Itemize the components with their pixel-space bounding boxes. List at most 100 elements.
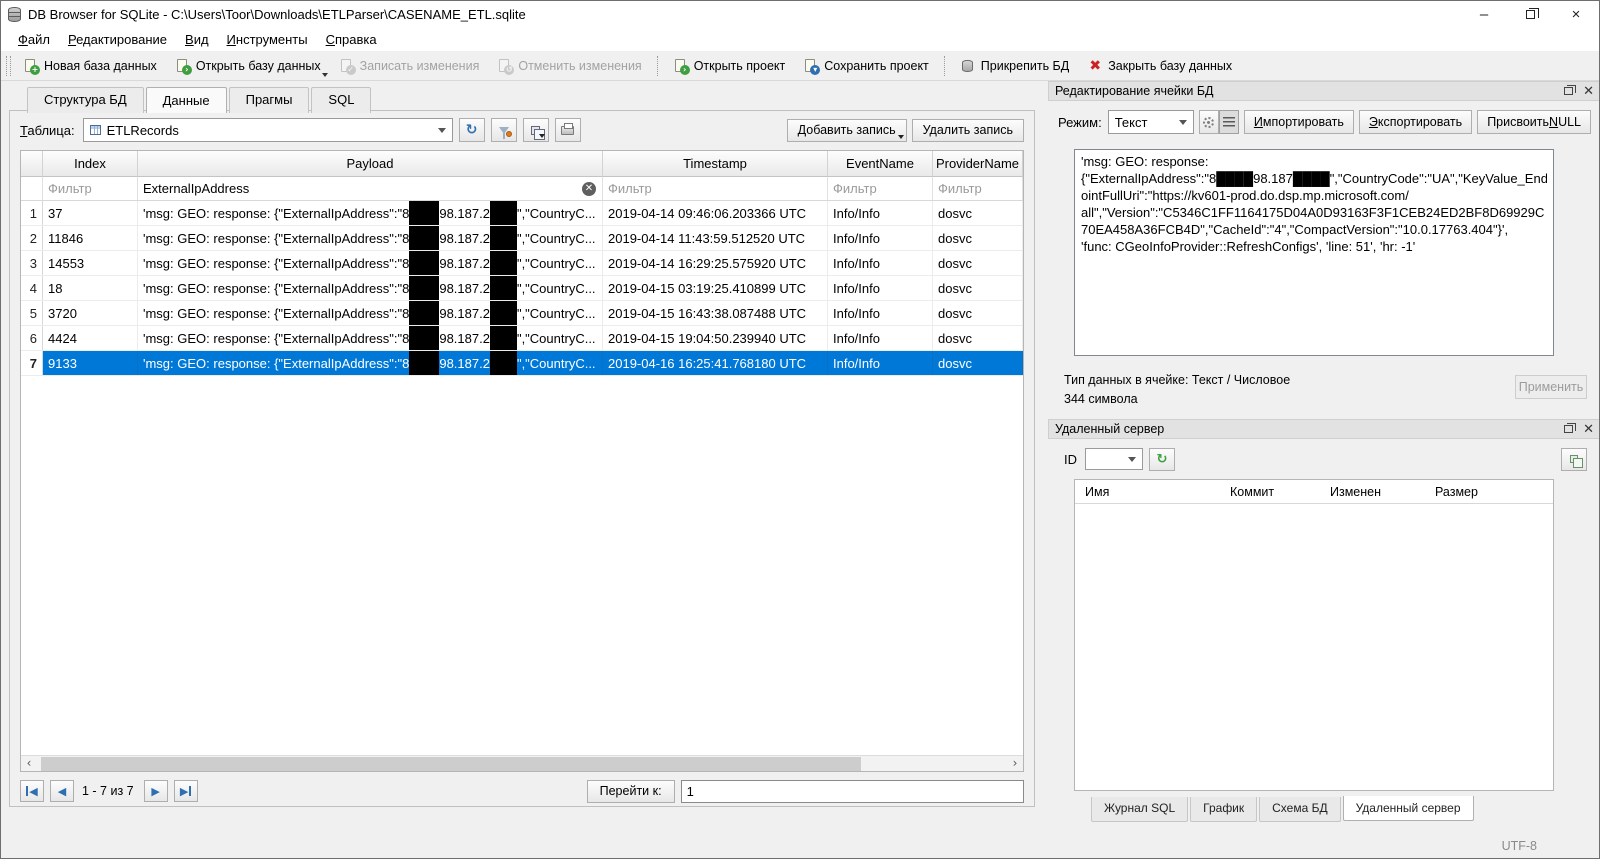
menu-view[interactable]: Вид <box>176 29 218 50</box>
filter-input-eventname[interactable] <box>828 177 932 200</box>
column-header-commit[interactable]: Коммит <box>1220 480 1320 503</box>
cell-providername[interactable]: dosvc <box>933 276 1023 300</box>
menu-tools[interactable]: Инструменты <box>218 29 317 50</box>
cell-index[interactable]: 37 <box>43 201 138 225</box>
open-database-dropdown-caret[interactable] <box>321 72 328 77</box>
set-null-button[interactable]: Присвоить N ULL <box>1477 110 1591 134</box>
cell-providername[interactable]: dosvc <box>933 351 1023 375</box>
cell-eventname[interactable]: Info/Info <box>828 226 933 250</box>
column-header-eventname[interactable]: EventName <box>828 151 933 177</box>
cell-eventname[interactable]: Info/Info <box>828 301 933 325</box>
cell-providername[interactable]: dosvc <box>933 326 1023 350</box>
cell-eventname[interactable]: Info/Info <box>828 276 933 300</box>
column-header-index[interactable]: Index <box>43 151 138 177</box>
dock-tab[interactable]: График <box>1190 797 1258 822</box>
cell-providername[interactable]: dosvc <box>933 251 1023 275</box>
close-panel-icon[interactable]: ✕ <box>1583 423 1594 436</box>
column-header-size[interactable]: Размер <box>1425 480 1553 503</box>
clone-database-button[interactable] <box>1561 447 1587 471</box>
cell-timestamp[interactable]: 2019-04-15 03:19:25.410899 UTC <box>603 276 828 300</box>
cell-editor-textarea[interactable]: 'msg: GEO: response: {"ExternalIpAddress"… <box>1074 149 1554 356</box>
column-header-payload[interactable]: Payload <box>138 151 603 177</box>
close-button[interactable]: × <box>1553 1 1599 27</box>
open-project-button[interactable]: › Открыть проект <box>664 54 795 78</box>
cell-index[interactable]: 3720 <box>43 301 138 325</box>
menu-edit[interactable]: Редактирование <box>59 29 176 50</box>
horizontal-scrollbar[interactable]: ‹ › <box>21 755 1023 771</box>
print-button[interactable] <box>554 118 581 142</box>
new-database-button[interactable]: + Новая база данных <box>14 54 166 78</box>
table-select[interactable]: ETLRecords <box>82 118 453 142</box>
column-header-modified[interactable]: Изменен <box>1320 480 1425 503</box>
goto-button[interactable]: Перейти к: <box>586 779 675 803</box>
open-database-button[interactable]: › Открыть базу данных <box>166 54 330 78</box>
table-row[interactable]: 7 9133 'msg: GEO: response: {"ExternalIp… <box>21 351 1023 376</box>
cell-index[interactable]: 18 <box>43 276 138 300</box>
cell-payload[interactable]: 'msg: GEO: response: {"ExternalIpAddress… <box>138 326 603 350</box>
table-row[interactable]: 1 37 'msg: GEO: response: {"ExternalIpAd… <box>21 201 1023 226</box>
table-row[interactable]: 3 14553 'msg: GEO: response: {"ExternalI… <box>21 251 1023 276</box>
cell-providername[interactable]: dosvc <box>933 301 1023 325</box>
filter-input-payload[interactable] <box>138 177 602 200</box>
clear-filter-icon[interactable]: ✕ <box>582 181 596 196</box>
cell-eventname[interactable]: Info/Info <box>828 326 933 350</box>
reload-remote-button[interactable]: ↻ <box>1149 447 1175 471</box>
cell-payload[interactable]: 'msg: GEO: response: {"ExternalIpAddress… <box>138 251 603 275</box>
column-header-timestamp[interactable]: Timestamp <box>603 151 828 177</box>
cell-providername[interactable]: dosvc <box>933 226 1023 250</box>
table-row[interactable]: 4 18 'msg: GEO: response: {"ExternalIpAd… <box>21 276 1023 301</box>
identity-select[interactable] <box>1085 448 1143 470</box>
scroll-left-icon[interactable]: ‹ <box>21 756 37 771</box>
add-record-button[interactable]: Добавить запись <box>786 118 907 142</box>
first-page-button[interactable]: ◀ <box>20 780 44 802</box>
scrollbar-thumb[interactable] <box>41 757 861 771</box>
export-button[interactable]: Экспортировать <box>1358 110 1473 134</box>
cell-index[interactable]: 9133 <box>43 351 138 375</box>
main-tab[interactable]: SQL <box>311 87 372 113</box>
delete-record-button[interactable]: Удалить запись <box>911 118 1024 142</box>
filter-input-index[interactable] <box>43 177 137 200</box>
mode-select[interactable]: Текст <box>1107 110 1194 134</box>
cell-eventname[interactable]: Info/Info <box>828 201 933 225</box>
cell-eventname[interactable]: Info/Info <box>828 251 933 275</box>
clear-filters-button[interactable] <box>490 118 517 142</box>
column-header-providername[interactable]: ProviderName <box>933 151 1023 177</box>
cell-payload[interactable]: 'msg: GEO: response: {"ExternalIpAddress… <box>138 351 603 375</box>
cell-timestamp[interactable]: 2019-04-15 19:04:50.239940 UTC <box>603 326 828 350</box>
scroll-right-icon[interactable]: › <box>1007 756 1023 771</box>
main-tab[interactable]: Данные <box>145 87 227 113</box>
minimize-button[interactable]: – <box>1461 1 1507 27</box>
prev-page-button[interactable]: ◀ <box>50 780 74 802</box>
dock-tab[interactable]: Журнал SQL <box>1091 797 1189 822</box>
cell-index[interactable]: 14553 <box>43 251 138 275</box>
close-panel-icon[interactable]: ✕ <box>1583 85 1594 98</box>
restore-button[interactable] <box>1507 1 1553 27</box>
next-page-button[interactable]: ▶ <box>143 780 168 802</box>
column-header-name[interactable]: Имя <box>1075 480 1220 503</box>
close-database-button[interactable]: ✖ Закрыть базу данных <box>1078 54 1241 78</box>
cell-index[interactable]: 4424 <box>43 326 138 350</box>
cell-timestamp[interactable]: 2019-04-16 16:25:41.768180 UTC <box>603 351 828 375</box>
menu-help[interactable]: Справка <box>317 29 386 50</box>
main-tab[interactable]: Структура БД <box>27 87 144 113</box>
dock-tab[interactable]: Схема БД <box>1259 797 1341 822</box>
cell-timestamp[interactable]: 2019-04-14 09:46:06.203366 UTC <box>603 201 828 225</box>
cell-providername[interactable]: dosvc <box>933 201 1023 225</box>
filter-input-timestamp[interactable] <box>603 177 827 200</box>
table-row[interactable]: 6 4424 'msg: GEO: response: {"ExternalIp… <box>21 326 1023 351</box>
refresh-button[interactable]: ↻ <box>458 118 485 142</box>
cell-index[interactable]: 11846 <box>43 226 138 250</box>
table-row[interactable]: 2 11846 'msg: GEO: response: {"ExternalI… <box>21 226 1023 251</box>
cell-payload[interactable]: 'msg: GEO: response: {"ExternalIpAddress… <box>138 276 603 300</box>
cell-timestamp[interactable]: 2019-04-14 16:29:25.575920 UTC <box>603 251 828 275</box>
save-project-button[interactable]: ▾ Сохранить проект <box>794 54 938 78</box>
dock-tab[interactable]: Удаленный сервер <box>1342 796 1474 821</box>
cell-eventname[interactable]: Info/Info <box>828 351 933 375</box>
import-button[interactable]: Импортировать <box>1243 110 1354 134</box>
attach-database-button[interactable]: Прикрепить БД <box>951 54 1078 78</box>
cell-timestamp[interactable]: 2019-04-14 11:43:59.512520 UTC <box>603 226 828 250</box>
float-panel-icon[interactable] <box>1564 423 1577 433</box>
word-wrap-button[interactable] <box>1218 110 1239 134</box>
main-tab[interactable]: Прагмы <box>228 87 310 113</box>
cell-payload[interactable]: 'msg: GEO: response: {"ExternalIpAddress… <box>138 201 603 225</box>
